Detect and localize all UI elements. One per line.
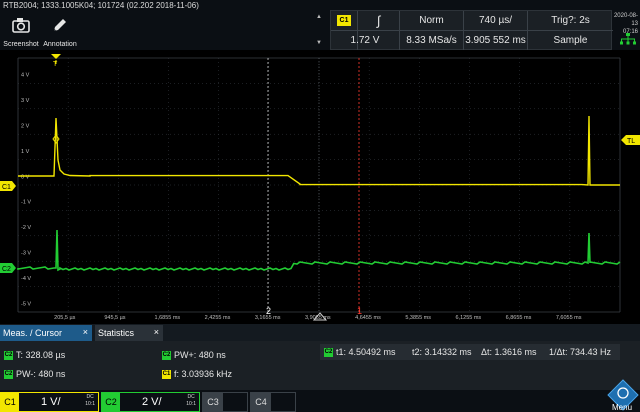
cursor-delta-t-value: Δt: 1.3616 ms — [481, 347, 537, 357]
x-tick-label: 6,1255 ms — [456, 315, 482, 321]
y-tick-label: -5 V — [21, 301, 31, 307]
top-bar: RTB2004; 1333.1005K04; 101724 (02.202 20… — [0, 0, 640, 51]
x-tick-label: 6,8655 ms — [506, 315, 532, 321]
ch2-swatch: C2 — [162, 350, 171, 360]
y-tick-label: -4 V — [21, 276, 31, 282]
channel-2-tag: C2 — [102, 393, 120, 411]
annotation-label: Annotation — [43, 41, 77, 48]
cursor-t2: t2: 3.14332 ms — [412, 345, 472, 359]
trigger-mode[interactable]: Norm — [400, 11, 463, 30]
tab-meas-cursor-label: Meas. / Cursor — [3, 328, 63, 338]
tab-statistics[interactable]: Statistics × — [95, 325, 163, 341]
y-tick-label: 2 V — [21, 124, 30, 130]
tab-meas-cursor[interactable]: Meas. / Cursor × — [0, 325, 92, 341]
ch2-swatch: C2 — [4, 369, 13, 379]
trigger-channel-badge[interactable]: C1 — [337, 15, 351, 26]
y-tick-label: -2 V — [21, 225, 31, 231]
channel-1-coupling: DC — [86, 394, 94, 400]
y-tick-label: -3 V — [21, 251, 31, 257]
y-tick-label: 1 V — [21, 149, 30, 155]
channel-4-button[interactable]: C4 — [250, 392, 296, 412]
period-measurement[interactable]: C2 T: 328.08 µs — [4, 348, 65, 362]
measurement-tabs: Meas. / Cursor × Statistics × — [0, 324, 640, 341]
cursor-t2-value: t2: 3.14332 ms — [412, 347, 472, 357]
channel-2-meta: DC 10:1 — [186, 394, 196, 408]
y-tick-label: 3 V — [21, 98, 30, 104]
pos-width-measurement[interactable]: C2 PW+: 480 ns — [162, 348, 226, 362]
close-icon[interactable]: × — [154, 327, 159, 337]
cursor-2-label[interactable]: 2 — [266, 306, 271, 316]
cursor-1-label[interactable]: 1 — [357, 306, 362, 316]
y-tick-label: 4 V — [21, 73, 30, 79]
chevron-up-icon[interactable]: ▲ — [316, 14, 322, 20]
trigger-source[interactable]: Trig?: 2s — [528, 11, 613, 30]
x-tick-label: 1,6855 ms — [155, 315, 181, 321]
channel-1-probe: 10:1 — [85, 401, 95, 407]
date: 2020-08-13 — [613, 13, 638, 27]
trigger-level[interactable]: 1.72 V — [331, 31, 399, 50]
pos-width-value: PW+: 480 ns — [174, 350, 226, 360]
x-tick-label: 5,3855 ms — [405, 315, 431, 321]
waveform-display[interactable]: 4 V 3 V 2 V 1 V 0 V -1 V -2 V -3 V -4 V -5 V 205,… — [0, 50, 640, 321]
ch1-swatch: C1 — [162, 369, 171, 379]
channel-4-tag: C4 — [251, 393, 271, 411]
trigger-slope[interactable]: ∫ — [358, 11, 399, 30]
ch2-swatch: C2 — [4, 350, 13, 360]
x-tick-label: 7,6055 ms — [556, 315, 582, 321]
frequency-measurement[interactable]: C1 f: 3.03936 kHz — [162, 367, 232, 381]
neg-width-value: PW-: 480 ns — [16, 369, 66, 379]
channel-2-marker-label: C2 — [2, 266, 11, 273]
x-tick-label: 945,5 µs — [104, 315, 125, 321]
timebase-value[interactable]: 740 µs/ — [464, 11, 527, 30]
trigger-level-marker-label: TL — [627, 138, 635, 145]
screenshot-label: Screenshot — [3, 41, 39, 48]
channel-2-button[interactable]: C2 2 V/ DC 10:1 — [101, 392, 200, 412]
period-value: T: 328.08 µs — [16, 350, 66, 360]
tab-statistics-label: Statistics — [98, 328, 135, 338]
pencil-icon — [54, 19, 66, 31]
channel-1-tag: C1 — [1, 393, 19, 411]
chevron-down-icon[interactable]: ▼ — [316, 40, 322, 46]
ch2-swatch: C2 — [324, 347, 333, 357]
menu-label: Menu — [612, 403, 633, 412]
screenshot-button[interactable]: Screenshot — [3, 11, 39, 49]
horizontal-position[interactable]: 3.905 552 ms — [464, 31, 527, 50]
channel-1-marker-label: C1 — [2, 184, 11, 191]
cursor-inverse-delta-t-value: 1/Δt: 734.43 Hz — [549, 347, 612, 357]
cursor-t1[interactable]: C2 t1: 4.50492 ms — [324, 345, 396, 359]
y-tick-label: 0 V — [21, 174, 30, 180]
channel-3-tag: C3 — [203, 393, 223, 411]
device-title: RTB2004; 1333.1005K04; 101724 (02.202 20… — [3, 1, 199, 10]
channel-2-scale: 2 V/ — [142, 396, 162, 408]
sample-rate[interactable]: 8.33 MSa/s — [400, 31, 463, 50]
close-icon[interactable]: × — [83, 327, 88, 337]
x-tick-label: 2,4255 ms — [205, 315, 231, 321]
channel-3-button[interactable]: C3 — [202, 392, 248, 412]
neg-width-measurement[interactable]: C2 PW-: 480 ns — [4, 367, 65, 381]
acquisition-mode[interactable]: Sample — [528, 31, 613, 50]
cursor-delta-t: Δt: 1.3616 ms — [481, 345, 537, 359]
annotation-button[interactable]: Annotation — [43, 11, 77, 49]
frequency-value: f: 3.03936 kHz — [174, 369, 233, 379]
acquisition-settings-panel[interactable]: C1 ∫ Norm 740 µs/ Trig?: 2s 1.72 V 8.33 … — [330, 10, 613, 51]
channel-2-probe: 10:1 — [186, 401, 196, 407]
channel-1-meta: DC 10:1 — [85, 394, 95, 408]
y-tick-label: -1 V — [21, 200, 31, 206]
channel-1-button[interactable]: C1 1 V/ DC 10:1 — [0, 392, 99, 412]
channel-1-scale: 1 V/ — [41, 396, 61, 408]
x-tick-label: 205,5 µs — [54, 315, 75, 321]
cursor-inverse-delta-t: 1/Δt: 734.43 Hz — [549, 345, 611, 359]
channel-bar: C1 1 V/ DC 10:1 C2 2 V/ DC 10:1 C3 C4 — [0, 390, 640, 412]
camera-icon — [12, 18, 30, 33]
cursor-t1-value: t1: 4.50492 ms — [336, 347, 396, 357]
network-icon — [620, 33, 636, 45]
channel-2-coupling: DC — [187, 394, 195, 400]
